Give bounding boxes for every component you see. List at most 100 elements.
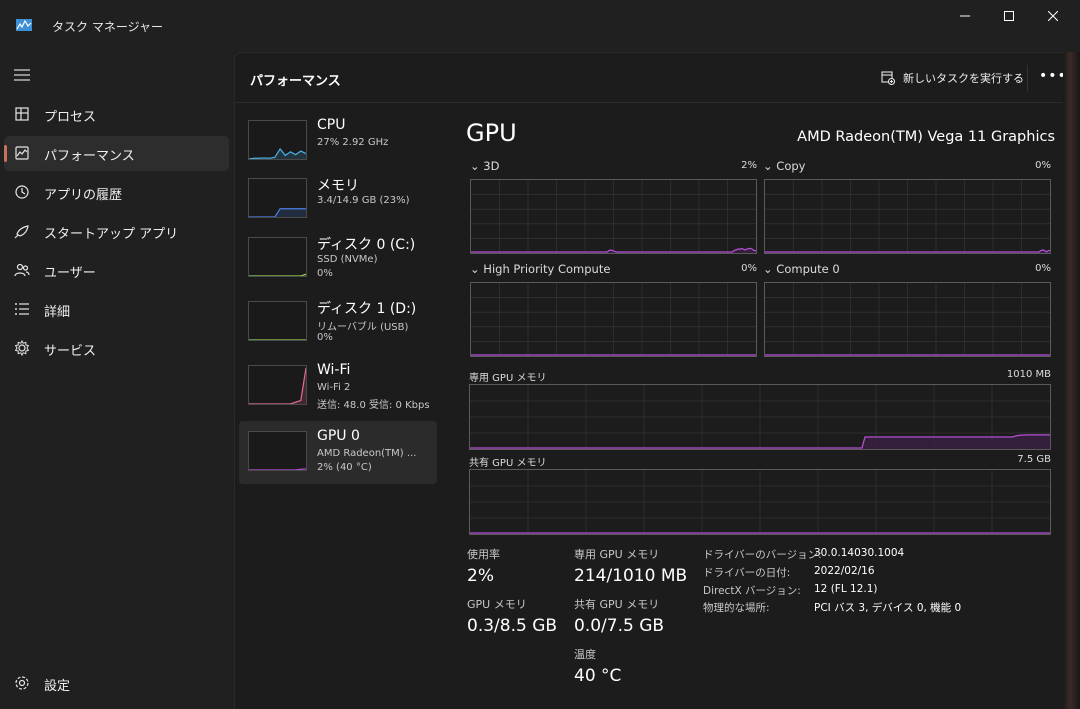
active-indicator	[4, 145, 7, 162]
physical-location-label: 物理的な場所:	[703, 602, 770, 614]
window-title: タスク マネージャー	[52, 20, 163, 34]
sidebar-item-label: パフォーマンス	[44, 149, 135, 164]
gpu-memory-value: 0.3/8.5 GB	[467, 616, 558, 636]
close-button[interactable]	[1031, 6, 1075, 26]
device-item-disk-0[interactable]: ディスク 0 (C:) SSD (NVMe) 0%	[239, 227, 437, 290]
engine-high-priority-compute-label[interactable]: ⌄ High Priority Compute	[470, 262, 610, 276]
device-item-wifi[interactable]: Wi-Fi Wi-Fi 2 送信: 48.0 受信: 0 Kbps	[239, 355, 437, 418]
dedicated-memory-graph	[469, 384, 1051, 450]
shared-memory-graph-label: 共有 GPU メモリ	[469, 458, 547, 469]
dedicated-memory-graph-max: 1010 MB	[1006, 369, 1051, 380]
disk-1-thumbnail-graph	[248, 301, 307, 341]
sidebar-item-label: サービス	[44, 344, 97, 359]
task-manager-icon	[16, 19, 32, 31]
dedicated-memory-label: 専用 GPU メモリ	[574, 548, 660, 561]
shared-memory-value: 0.0/7.5 GB	[574, 616, 665, 636]
sidebar-item-label: 詳細	[44, 305, 71, 320]
engine-high-priority-compute-graph	[470, 282, 757, 357]
details-icon	[15, 303, 29, 315]
driver-version-label: ドライバーのバージョン:	[703, 549, 822, 561]
device-name: CPU	[317, 117, 346, 133]
device-detail: 3.4/14.9 GB (23%)	[317, 195, 410, 206]
engine-3d-label[interactable]: ⌄ 3D	[470, 159, 499, 173]
engine-compute-0-percent: 0%	[1035, 263, 1051, 274]
device-name: ディスク 0 (C:)	[317, 237, 416, 253]
sidebar-item-app-history[interactable]: アプリの履歴	[4, 175, 229, 210]
services-icon	[14, 340, 30, 356]
sidebar-item-services[interactable]: サービス	[4, 331, 229, 366]
engine-name: 3D	[483, 159, 500, 173]
directx-version-label: DirectX バージョン:	[703, 585, 801, 597]
engine-3d-graph	[470, 179, 757, 254]
device-detail: AMD Radeon(TM) ...	[317, 448, 417, 459]
thumbnail-line	[249, 468, 306, 470]
engine-compute-0-label[interactable]: ⌄ Compute 0	[763, 262, 840, 276]
physical-location-value: PCI バス 3, デバイス 0, 機能 0	[814, 602, 962, 614]
sidebar-item-processes[interactable]: プロセス	[4, 97, 229, 132]
settings-gear-icon	[15, 676, 29, 690]
performance-icon	[15, 146, 29, 160]
device-name: メモリ	[317, 178, 359, 194]
shared-memory-graph	[469, 469, 1051, 535]
device-item-disk-1[interactable]: ディスク 1 (D:) リムーバブル (USB) 0%	[239, 291, 437, 354]
new-task-icon	[881, 71, 895, 85]
sidebar-item-details[interactable]: 詳細	[4, 292, 229, 327]
sidebar: プロセス パフォーマンス アプリの履歴 スタートアップ アプリ ユーザー 詳細 …	[0, 52, 234, 709]
engine-copy-label[interactable]: ⌄ Copy	[763, 159, 805, 173]
sidebar-item-startup-apps[interactable]: スタートアップ アプリ	[4, 214, 229, 249]
sidebar-item-settings[interactable]: 設定	[4, 666, 229, 701]
driver-date-value: 2022/02/16	[814, 565, 875, 577]
title-bar: タスク マネージャー	[0, 0, 1080, 52]
more-options-button[interactable]: •••	[1039, 68, 1066, 88]
device-detail: Wi-Fi 2	[317, 382, 351, 393]
run-new-task-button[interactable]: 新しいタスクを実行する	[881, 68, 1024, 88]
device-detail: SSD (NVMe)	[317, 254, 378, 265]
sidebar-item-label: アプリの履歴	[44, 188, 123, 203]
device-detail: 0%	[317, 268, 333, 279]
sidebar-item-label: ユーザー	[44, 266, 96, 281]
device-name: GPU 0	[317, 428, 360, 444]
dedicated-memory-value: 214/1010 MB	[574, 566, 688, 586]
usage-value: 2%	[467, 566, 494, 586]
device-name: ディスク 1 (D:)	[317, 301, 417, 317]
minimize-icon	[960, 15, 970, 17]
shared-memory-label: 共有 GPU メモリ	[574, 598, 660, 611]
close-icon	[1048, 11, 1058, 21]
device-item-gpu-0[interactable]: GPU 0 AMD Radeon(TM) ... 2% (40 °C)	[239, 421, 437, 484]
memory-thumbnail-graph	[248, 178, 307, 218]
temperature-value: 40 °C	[574, 666, 622, 686]
main-content: パフォーマンス 新しいタスクを実行する ••• CPU 27% 2.92 GHz…	[234, 52, 1066, 709]
run-new-task-label: 新しいタスクを実行する	[903, 72, 1024, 85]
device-detail: リムーバブル (USB)	[317, 322, 409, 333]
engine-copy-graph	[764, 179, 1051, 254]
driver-version-value: 30.0.14030.1004	[814, 547, 905, 559]
thumbnail-line	[249, 273, 306, 276]
sidebar-item-label: プロセス	[44, 110, 97, 125]
engine-3d-percent: 2%	[741, 160, 757, 171]
gpu-title: GPU	[466, 119, 517, 147]
users-icon	[14, 263, 30, 277]
hamburger-menu-icon[interactable]	[14, 69, 30, 81]
processes-icon	[15, 107, 29, 121]
page-title: パフォーマンス	[250, 74, 341, 89]
engine-high-priority-compute-percent: 0%	[741, 263, 757, 274]
disk-0-thumbnail-graph	[248, 237, 307, 277]
thumbnail-line	[249, 367, 306, 404]
dedicated-memory-graph-label: 専用 GPU メモリ	[469, 373, 547, 384]
shared-memory-graph-max: 7.5 GB	[1017, 454, 1051, 465]
device-item-memory[interactable]: メモリ 3.4/14.9 GB (23%)	[239, 168, 437, 231]
sidebar-item-label: 設定	[44, 679, 71, 694]
cpu-thumbnail-graph	[248, 120, 307, 160]
maximize-icon	[1004, 11, 1014, 21]
thumbnail-area	[249, 368, 306, 404]
sidebar-item-performance[interactable]: パフォーマンス	[4, 136, 229, 171]
engine-name: Copy	[776, 159, 806, 173]
sidebar-item-label: スタートアップ アプリ	[44, 227, 179, 242]
wifi-thumbnail-graph	[248, 365, 307, 405]
gpu-thumbnail-graph	[248, 431, 307, 471]
sidebar-item-users[interactable]: ユーザー	[4, 253, 229, 288]
minimize-button[interactable]	[943, 6, 987, 26]
device-detail: 送信: 48.0 受信: 0 Kbps	[317, 400, 430, 411]
device-item-cpu[interactable]: CPU 27% 2.92 GHz	[239, 110, 437, 173]
maximize-button[interactable]	[987, 6, 1031, 26]
